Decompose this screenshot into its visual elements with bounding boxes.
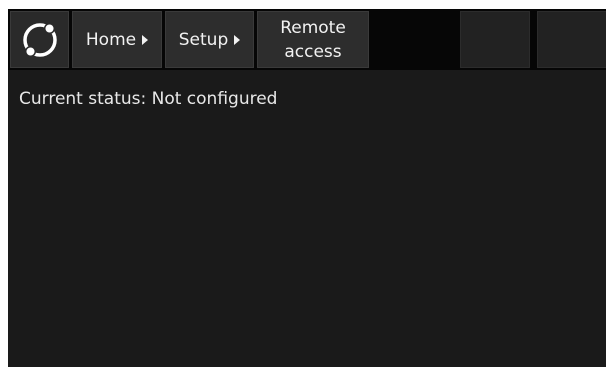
top-navigation-bar: Home Setup Remote access — [8, 9, 606, 70]
caret-right-icon — [142, 34, 149, 45]
home-logo-button[interactable] — [10, 11, 69, 68]
current-page-label-line1: Remote — [280, 17, 346, 38]
current-page-label-line2: access — [284, 41, 342, 62]
status-line: Current status: Not configured — [19, 89, 277, 109]
breadcrumb-setup-label: Setup — [178, 29, 229, 50]
breadcrumb-home-label: Home — [85, 29, 137, 50]
blank-toolbar-button[interactable] — [460, 11, 530, 68]
status-value: Not configured — [151, 89, 278, 109]
breadcrumb-setup[interactable]: Setup — [165, 11, 254, 68]
device-screen: Home Setup Remote access Current status:… — [8, 9, 606, 367]
breadcrumb-home[interactable]: Home — [72, 11, 162, 68]
blank-toolbar-button[interactable] — [537, 11, 606, 68]
status-label: Current status: — [19, 89, 147, 109]
ring-logo-icon — [23, 22, 57, 58]
caret-right-icon — [234, 34, 241, 45]
breadcrumb-current-page: Remote access — [257, 11, 369, 68]
